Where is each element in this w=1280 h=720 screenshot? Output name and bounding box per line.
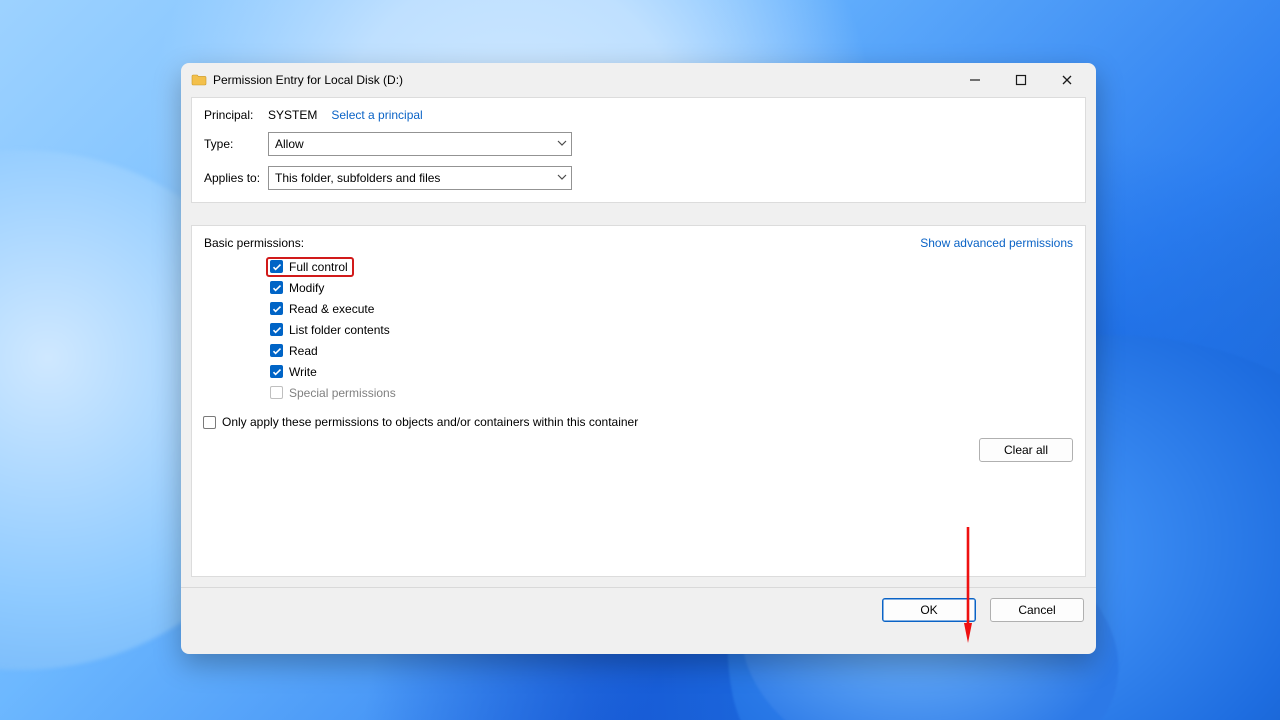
close-button[interactable]	[1044, 65, 1090, 95]
permission-label: List folder contents	[289, 323, 390, 337]
clear-all-label: Clear all	[1004, 443, 1048, 457]
annotation-highlight: Full control	[266, 257, 354, 277]
permission-checkbox[interactable]	[270, 323, 283, 336]
permission-label: Write	[289, 365, 317, 379]
show-advanced-permissions-link[interactable]: Show advanced permissions	[920, 236, 1073, 250]
permission-wrap: Modify	[270, 281, 324, 295]
apply-within-container-label: Only apply these permissions to objects …	[222, 415, 638, 429]
titlebar: Permission Entry for Local Disk (D:)	[181, 63, 1096, 97]
permission-label: Full control	[289, 260, 348, 274]
clear-all-button[interactable]: Clear all	[979, 438, 1073, 462]
permission-label: Modify	[289, 281, 324, 295]
dialog-footer: OK Cancel	[181, 588, 1096, 634]
permission-label: Read	[289, 344, 318, 358]
permission-wrap: Special permissions	[270, 386, 396, 400]
permissions-panel: Basic permissions: Show advanced permiss…	[191, 225, 1086, 577]
type-dropdown[interactable]: Allow	[268, 132, 572, 156]
apply-within-container-checkbox[interactable]	[203, 416, 216, 429]
permission-label: Special permissions	[289, 386, 396, 400]
type-dropdown-value: Allow	[275, 137, 304, 151]
basic-permissions-label: Basic permissions:	[204, 236, 304, 250]
minimize-button[interactable]	[952, 65, 998, 95]
window-title: Permission Entry for Local Disk (D:)	[213, 73, 403, 87]
cancel-label: Cancel	[1018, 603, 1055, 617]
permission-row: List folder contents	[270, 319, 1073, 340]
desktop-wallpaper: Permission Entry for Local Disk (D:) Pri…	[0, 0, 1280, 720]
permission-wrap: Read & execute	[270, 302, 374, 316]
type-label: Type:	[204, 137, 268, 151]
ok-button[interactable]: OK	[882, 598, 976, 622]
applies-to-label: Applies to:	[204, 171, 268, 185]
permission-label: Read & execute	[289, 302, 374, 316]
permission-checkbox[interactable]	[270, 302, 283, 315]
permission-checkbox	[270, 386, 283, 399]
permissions-list: Full control Modify Read & execute List fol…	[270, 256, 1073, 403]
permission-row: Read	[270, 340, 1073, 361]
applies-to-dropdown[interactable]: This folder, subfolders and files	[268, 166, 572, 190]
select-principal-link[interactable]: Select a principal	[331, 108, 422, 122]
maximize-button[interactable]	[998, 65, 1044, 95]
permission-row: Special permissions	[270, 382, 1073, 403]
cancel-button[interactable]: Cancel	[990, 598, 1084, 622]
principal-panel: Principal: SYSTEM Select a principal Typ…	[191, 97, 1086, 203]
permission-row: Write	[270, 361, 1073, 382]
applies-to-dropdown-value: This folder, subfolders and files	[275, 171, 440, 185]
permission-checkbox[interactable]	[270, 365, 283, 378]
permission-wrap: Read	[270, 344, 318, 358]
permission-wrap: Write	[270, 365, 317, 379]
ok-label: OK	[920, 603, 937, 617]
permission-checkbox[interactable]	[270, 260, 283, 273]
permission-checkbox[interactable]	[270, 344, 283, 357]
permission-wrap: List folder contents	[270, 323, 390, 337]
permission-row: Modify	[270, 277, 1073, 298]
chevron-down-icon	[557, 137, 567, 151]
chevron-down-icon	[557, 171, 567, 185]
principal-label: Principal:	[204, 108, 268, 122]
permission-entry-dialog: Permission Entry for Local Disk (D:) Pri…	[181, 63, 1096, 654]
permission-row: Read & execute	[270, 298, 1073, 319]
permission-row: Full control	[270, 256, 1073, 277]
permission-checkbox[interactable]	[270, 281, 283, 294]
apply-within-container-row: Only apply these permissions to objects …	[203, 415, 1073, 429]
folder-icon	[191, 72, 207, 88]
principal-value: SYSTEM	[268, 108, 317, 122]
